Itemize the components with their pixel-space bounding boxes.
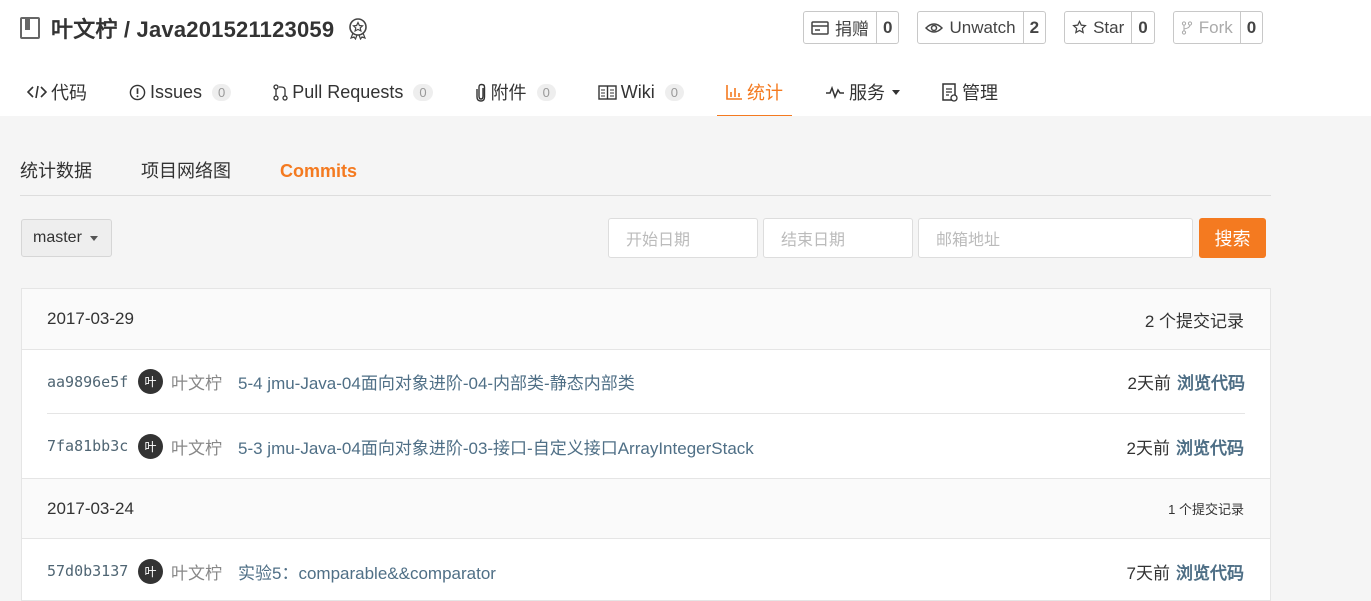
browse-code-link[interactable]: 浏览代码 <box>1177 369 1245 394</box>
watch-count[interactable]: 2 <box>1022 12 1045 43</box>
subtab-stats-data[interactable]: 统计数据 <box>20 156 92 195</box>
avatar[interactable]: 叶 <box>138 433 163 459</box>
commit-author[interactable]: 叶文柠 <box>171 369 238 394</box>
group-date: 2017-03-24 <box>47 498 134 518</box>
fork-label: Fork <box>1198 17 1233 37</box>
commits-panel: 2017-03-29 2 个提交记录 aa9896e5f 叶 叶文柠 5-4 j… <box>21 288 1271 601</box>
chart-icon <box>726 85 743 100</box>
code-icon <box>27 85 47 99</box>
commit-author[interactable]: 叶文柠 <box>171 559 238 584</box>
repo-book-icon <box>20 17 40 39</box>
group-count: 2 个提交记录 <box>1144 311 1244 331</box>
commit-message[interactable]: 实验5：comparable&&comparator <box>238 559 1127 584</box>
tab-statistics-label: 统计 <box>747 83 784 103</box>
avatar[interactable]: 叶 <box>138 369 163 394</box>
tab-code-label: 代码 <box>51 83 87 103</box>
tab-statistics[interactable]: 统计 <box>717 72 793 118</box>
commit-author[interactable]: 叶文柠 <box>171 434 238 459</box>
branch-select[interactable]: master <box>21 219 112 257</box>
tab-manage-label: 管理 <box>962 83 999 103</box>
chevron-down-icon <box>89 235 98 241</box>
commit-sha[interactable]: 57d0b3137 <box>47 562 137 580</box>
attachments-count: 0 <box>536 83 556 101</box>
tab-services[interactable]: 服务 <box>816 72 909 112</box>
repo-title[interactable]: 叶文柠 / Java201521123059 <box>51 12 334 44</box>
email-input[interactable]: 邮箱地址 <box>918 218 1193 258</box>
wiki-count: 0 <box>664 83 685 101</box>
tab-services-label: 服务 <box>849 83 886 103</box>
browse-code-link[interactable]: 浏览代码 <box>1176 559 1244 584</box>
eye-icon <box>925 22 944 33</box>
star-icon <box>1072 20 1087 34</box>
end-date-input[interactable]: 结束日期 <box>763 218 913 258</box>
tab-code[interactable]: 代码 <box>18 72 96 112</box>
commit-time: 7天前 <box>1126 563 1170 583</box>
subtab-network-graph[interactable]: 项目网络图 <box>141 156 231 195</box>
tab-pr-label: Pull Requests <box>292 81 404 102</box>
tab-attachments[interactable]: 附件 0 <box>466 72 565 112</box>
group-count: 1 个提交记录 <box>1168 502 1244 517</box>
tab-attachments-label: 附件 <box>490 83 527 103</box>
repo-header: 叶文柠 / Java201521123059 捐赠 0 Unwatch 2 St… <box>0 0 1371 118</box>
avatar[interactable]: 叶 <box>138 558 163 584</box>
group-date: 2017-03-29 <box>47 309 134 328</box>
donate-label: 捐赠 <box>835 20 869 39</box>
main-content: 统计数据 项目网络图 Commits master 开始日期 结束日期 邮箱地址… <box>0 116 1371 601</box>
commit-time: 2天前 <box>1127 374 1171 393</box>
donate-icon <box>811 20 829 35</box>
star-label: Star <box>1093 17 1125 37</box>
statistics-subnav: 统计数据 项目网络图 Commits <box>20 156 1271 196</box>
star-button[interactable]: Star 0 <box>1064 11 1155 44</box>
fork-button[interactable]: Fork 0 <box>1172 11 1264 44</box>
chevron-down-icon <box>892 89 901 95</box>
commit-sha[interactable]: aa9896e5f <box>47 373 137 391</box>
issues-icon <box>129 84 146 100</box>
unwatch-label: Unwatch <box>949 17 1016 37</box>
fork-count[interactable]: 0 <box>1239 12 1262 43</box>
commit-message[interactable]: 5-3 jmu-Java-04面向对象进阶-03-接口-自定义接口ArrayIn… <box>238 434 1127 459</box>
issues-count: 0 <box>212 83 232 101</box>
tab-wiki[interactable]: Wiki 0 <box>589 72 693 112</box>
pr-count: 0 <box>413 83 433 101</box>
browse-code-link[interactable]: 浏览代码 <box>1176 434 1244 459</box>
donate-count[interactable]: 0 <box>876 12 898 43</box>
commit-time: 2天前 <box>1126 438 1170 458</box>
manage-icon <box>942 82 958 102</box>
tab-issues-label: Issues <box>150 81 203 102</box>
commit-group-header: 2017-03-24 1 个提交记录 <box>22 478 1270 539</box>
commit-row: 7fa81bb3c 叶 叶文柠 5-3 jmu-Java-04面向对象进阶-03… <box>22 414 1270 478</box>
fork-icon <box>1181 20 1192 35</box>
repo-nav: 代码 Issues 0 Pull Requests 0 附件 0 Wiki 0 … <box>18 72 1031 118</box>
tab-manage[interactable]: 管理 <box>933 72 1007 112</box>
subtab-commits[interactable]: Commits <box>280 156 357 195</box>
pull-request-icon <box>273 83 288 101</box>
commit-row: aa9896e5f 叶 叶文柠 5-4 jmu-Java-04面向对象进阶-04… <box>47 350 1245 414</box>
badge-icon[interactable] <box>346 16 370 40</box>
commit-group-header: 2017-03-29 2 个提交记录 <box>22 289 1270 350</box>
unwatch-button[interactable]: Unwatch 2 <box>917 11 1047 44</box>
repo-title-row: 叶文柠 / Java201521123059 <box>20 10 370 46</box>
star-count[interactable]: 0 <box>1131 12 1153 43</box>
branch-label: master <box>33 229 82 246</box>
start-date-input[interactable]: 开始日期 <box>608 218 758 258</box>
tab-pull-requests[interactable]: Pull Requests 0 <box>264 72 441 112</box>
commit-sha[interactable]: 7fa81bb3c <box>47 437 137 455</box>
paperclip-icon <box>475 83 485 102</box>
pulse-icon <box>826 85 845 99</box>
tab-wiki-label: Wiki <box>620 81 655 102</box>
commit-message[interactable]: 5-4 jmu-Java-04面向对象进阶-04-内部类-静态内部类 <box>238 369 1128 394</box>
commit-row: 57d0b3137 叶 叶文柠 实验5：comparable&&comparat… <box>22 539 1270 601</box>
donate-button[interactable]: 捐赠 0 <box>803 11 900 44</box>
wiki-icon <box>598 84 617 100</box>
repo-actions: 捐赠 0 Unwatch 2 Star 0 Fork 0 <box>803 11 1281 44</box>
search-button[interactable]: 搜索 <box>1199 218 1266 258</box>
tab-issues[interactable]: Issues 0 <box>120 72 240 112</box>
